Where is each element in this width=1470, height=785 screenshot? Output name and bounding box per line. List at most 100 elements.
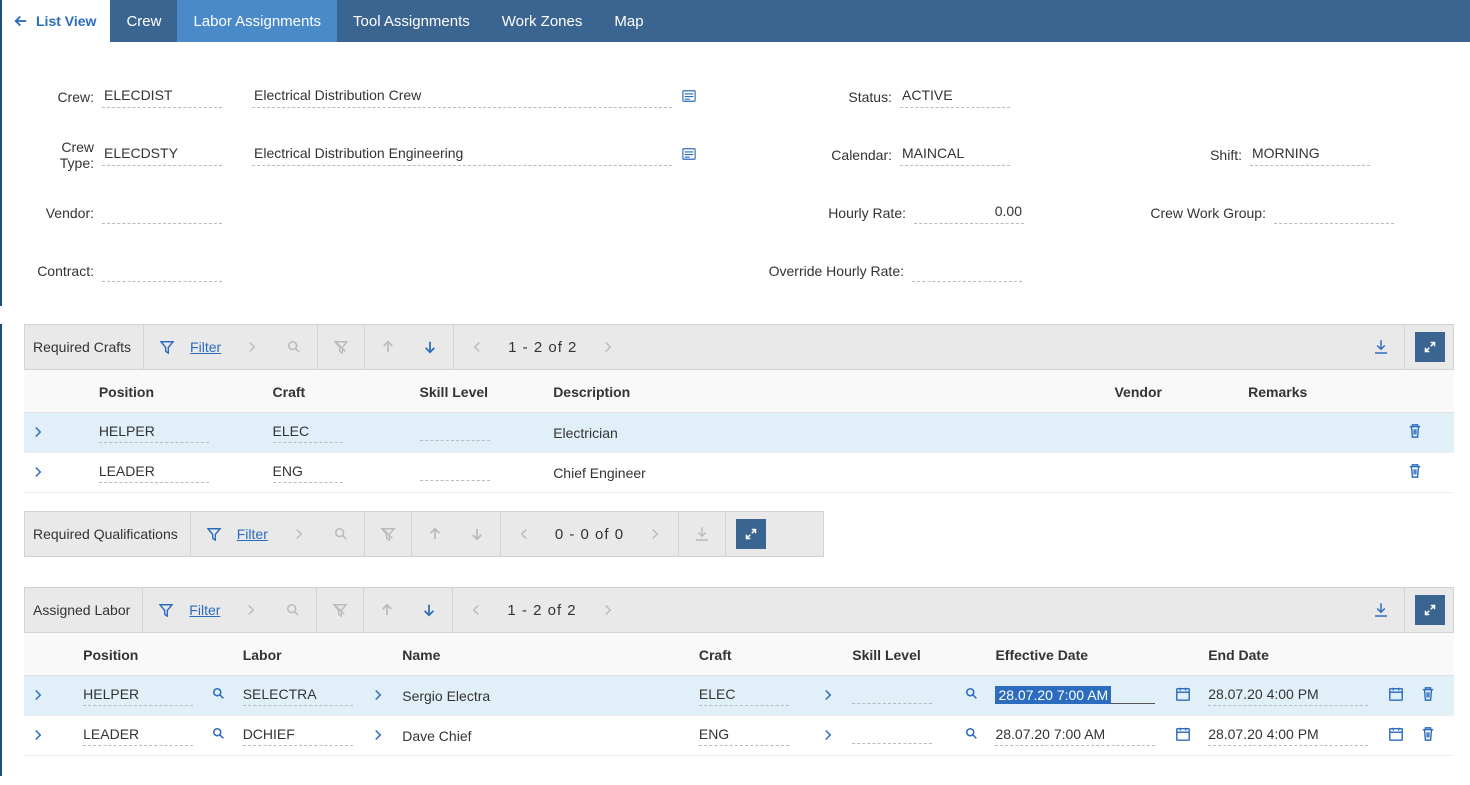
calendar-icon[interactable]: [1175, 729, 1191, 745]
table-row[interactable]: LEADERDCHIEFDave ChiefENG28.07.20 7:00 A…: [24, 716, 1454, 756]
position-cell[interactable]: HELPER: [99, 423, 209, 443]
col-header[interactable]: Remarks: [1240, 370, 1400, 413]
clear-filter-icon[interactable]: [320, 325, 362, 369]
chevron-right-icon[interactable]: [372, 688, 384, 704]
arrow-up-icon[interactable]: [366, 588, 408, 632]
trash-icon[interactable]: [1421, 729, 1435, 745]
skill-cell[interactable]: [420, 461, 490, 481]
position-cell[interactable]: LEADER: [99, 463, 209, 483]
chevron-right-icon[interactable]: [231, 325, 273, 369]
arrow-down-icon[interactable]: [408, 588, 450, 632]
effective-date-cell[interactable]: 28.07.20 7:00 AM: [995, 687, 1155, 704]
detail-icon[interactable]: [678, 147, 700, 164]
col-header[interactable]: Vendor: [1106, 370, 1240, 413]
calendar-icon[interactable]: [1388, 689, 1404, 705]
end-date-cell[interactable]: 28.07.20 4:00 PM: [1208, 686, 1368, 706]
col-header[interactable]: Position: [75, 633, 204, 676]
col-header[interactable]: End Date: [1200, 633, 1380, 676]
shift-field[interactable]: MORNING: [1250, 144, 1370, 166]
download-icon[interactable]: [1360, 588, 1402, 632]
trash-icon[interactable]: [1421, 689, 1435, 705]
crew-desc-field[interactable]: Electrical Distribution Crew: [252, 86, 672, 108]
clear-filter-icon[interactable]: [367, 512, 409, 556]
hourly-rate-field[interactable]: 0.00: [914, 202, 1024, 224]
page-next-icon[interactable]: [634, 512, 676, 556]
end-date-cell[interactable]: 28.07.20 4:00 PM: [1208, 726, 1368, 746]
skill-cell[interactable]: [852, 724, 932, 744]
tab-crew[interactable]: Crew: [110, 0, 177, 42]
filter-icon[interactable]: [145, 588, 187, 632]
arrow-up-icon[interactable]: [414, 512, 456, 556]
maximize-icon[interactable]: [1415, 595, 1445, 625]
expand-icon[interactable]: [32, 688, 44, 704]
calendar-icon[interactable]: [1388, 729, 1404, 745]
labor-cell[interactable]: DCHIEF: [243, 726, 353, 746]
maximize-icon[interactable]: [736, 519, 766, 549]
page-prev-icon[interactable]: [455, 588, 497, 632]
col-header[interactable]: Skill Level: [412, 370, 546, 413]
clear-filter-icon[interactable]: [319, 588, 361, 632]
download-icon[interactable]: [681, 512, 723, 556]
calendar-icon[interactable]: [1175, 689, 1191, 705]
craft-cell[interactable]: ELEC: [273, 423, 343, 443]
skill-cell[interactable]: [420, 421, 490, 441]
chevron-right-icon[interactable]: [278, 512, 320, 556]
page-next-icon[interactable]: [587, 325, 629, 369]
position-cell[interactable]: HELPER: [83, 686, 193, 706]
arrow-down-icon[interactable]: [456, 512, 498, 556]
filter-icon[interactable]: [193, 512, 235, 556]
col-header[interactable]: Craft: [265, 370, 412, 413]
arrow-up-icon[interactable]: [367, 325, 409, 369]
col-header[interactable]: Craft: [691, 633, 814, 676]
craft-cell[interactable]: ELEC: [699, 686, 789, 706]
table-row[interactable]: HELPERSELECTRASergio ElectraELEC28.07.20…: [24, 676, 1454, 716]
detail-icon[interactable]: [678, 89, 700, 106]
maximize-icon[interactable]: [1415, 332, 1445, 362]
expand-icon[interactable]: [32, 465, 44, 481]
filter-link[interactable]: Filter: [187, 602, 230, 618]
tab-work-zones[interactable]: Work Zones: [486, 0, 599, 42]
trash-icon[interactable]: [1408, 426, 1422, 442]
effective-date-cell[interactable]: 28.07.20 7:00 AM: [995, 726, 1155, 746]
override-hourly-rate-field[interactable]: [912, 260, 1022, 282]
search-icon[interactable]: [272, 588, 314, 632]
col-header[interactable]: Skill Level: [844, 633, 957, 676]
search-icon[interactable]: [320, 512, 362, 556]
position-cell[interactable]: LEADER: [83, 726, 193, 746]
chevron-right-icon[interactable]: [822, 728, 834, 744]
col-header[interactable]: Labor: [235, 633, 364, 676]
trash-icon[interactable]: [1408, 466, 1422, 482]
filter-icon[interactable]: [146, 325, 188, 369]
crew-work-group-field[interactable]: [1274, 202, 1394, 224]
chevron-right-icon[interactable]: [372, 728, 384, 744]
skill-cell[interactable]: [852, 684, 932, 704]
table-row[interactable]: HELPERELECElectrician: [24, 413, 1454, 453]
filter-link[interactable]: Filter: [188, 339, 231, 355]
expand-icon[interactable]: [32, 425, 44, 441]
tab-map[interactable]: Map: [598, 0, 659, 42]
table-row[interactable]: LEADERENGChief Engineer: [24, 453, 1454, 493]
chevron-right-icon[interactable]: [822, 688, 834, 704]
page-next-icon[interactable]: [587, 588, 629, 632]
lookup-icon[interactable]: [212, 688, 226, 704]
vendor-field[interactable]: [102, 202, 222, 224]
col-header[interactable]: Name: [394, 633, 691, 676]
search-icon[interactable]: [273, 325, 315, 369]
craft-cell[interactable]: ENG: [699, 726, 789, 746]
tab-tool-assignments[interactable]: Tool Assignments: [337, 0, 486, 42]
craft-cell[interactable]: ENG: [273, 463, 343, 483]
chevron-right-icon[interactable]: [230, 588, 272, 632]
col-header[interactable]: Position: [91, 370, 265, 413]
page-prev-icon[interactable]: [456, 325, 498, 369]
lookup-icon[interactable]: [965, 728, 979, 744]
list-view-button[interactable]: List View: [2, 0, 110, 42]
lookup-icon[interactable]: [965, 688, 979, 704]
crew-type-desc-field[interactable]: Electrical Distribution Engineering: [252, 144, 672, 166]
status-field[interactable]: ACTIVE: [900, 86, 1010, 108]
labor-cell[interactable]: SELECTRA: [243, 686, 353, 706]
lookup-icon[interactable]: [212, 728, 226, 744]
calendar-field[interactable]: MAINCAL: [900, 144, 1010, 166]
filter-link[interactable]: Filter: [235, 526, 278, 542]
page-prev-icon[interactable]: [503, 512, 545, 556]
tab-labor-assignments[interactable]: Labor Assignments: [177, 0, 337, 42]
